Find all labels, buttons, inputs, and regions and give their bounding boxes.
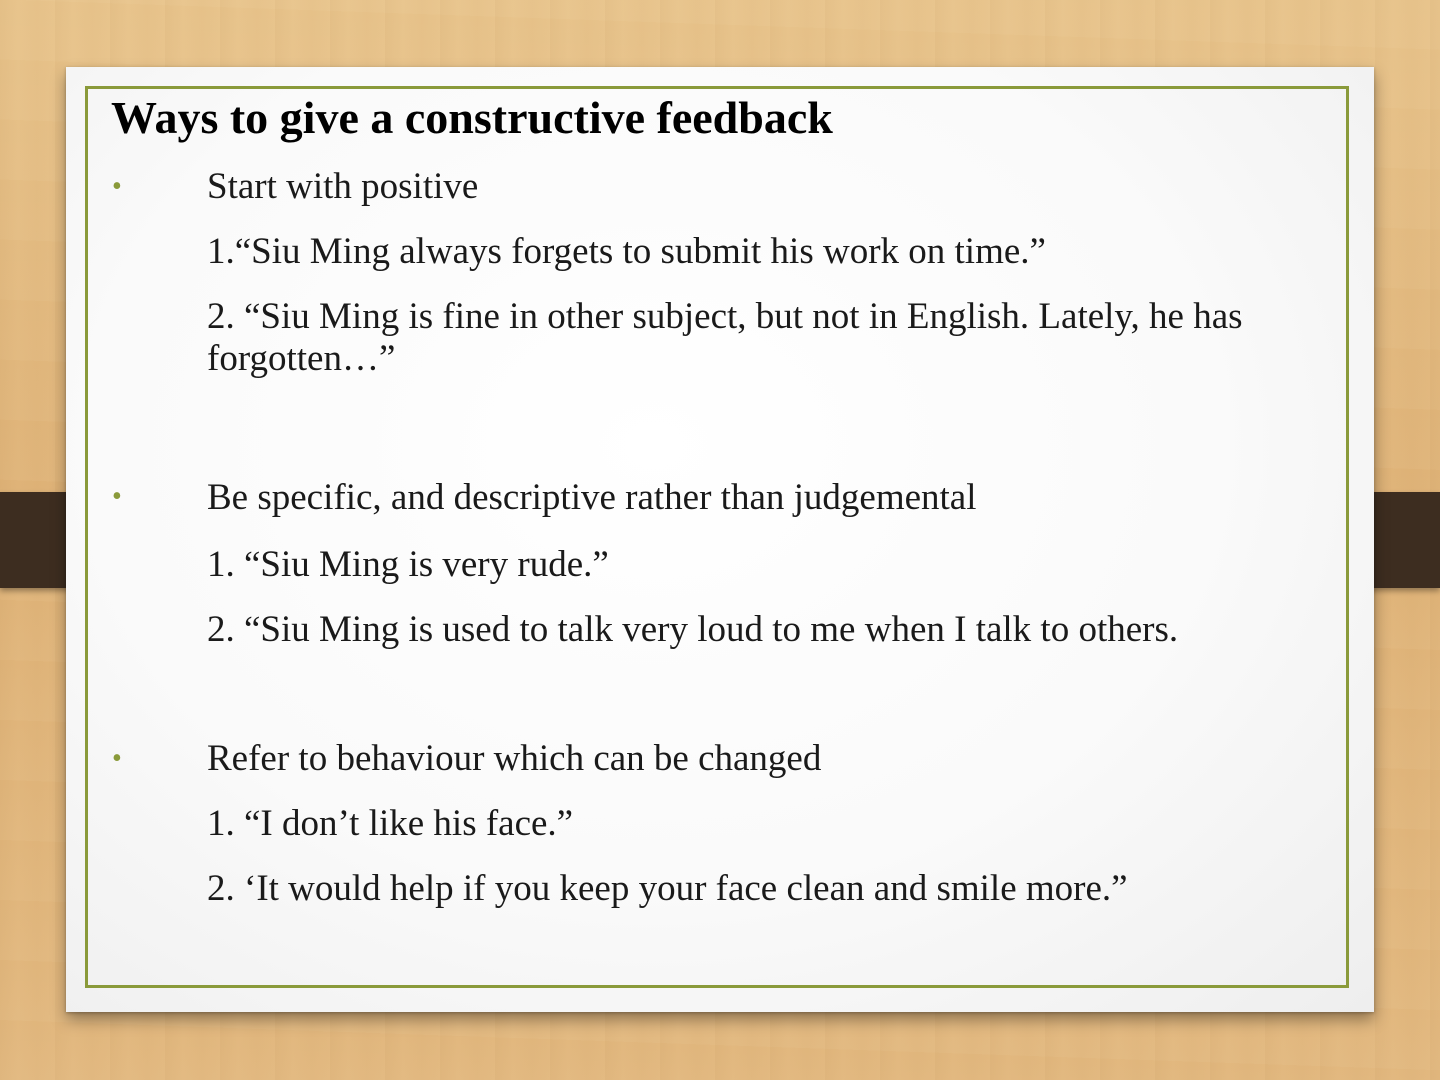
section-3-heading: Refer to behaviour which can be changed [207, 738, 822, 779]
section-2-example-2: 2. “Siu Ming is used to talk very loud t… [207, 609, 1179, 650]
section-1-example-1: 1.“Siu Ming always forgets to submit his… [207, 231, 1046, 272]
bullet-icon: • [112, 481, 122, 512]
section-2-example-1: 1. “Siu Ming is very rude.” [207, 544, 609, 585]
slide-title: Ways to give a constructive feedback [111, 92, 833, 143]
bullet-icon: • [112, 743, 122, 774]
slide-paper: Ways to give a constructive feedback • S… [66, 67, 1374, 1012]
bullet-icon: • [112, 171, 122, 202]
section-2-heading: Be specific, and descriptive rather than… [207, 477, 977, 518]
slide-frame [85, 86, 1349, 988]
section-1-example-2: 2. “Siu Ming is fine in other subject, b… [207, 296, 1243, 379]
section-3-example-1: 1. “I don’t like his face.” [207, 803, 574, 844]
section-1-heading: Start with positive [207, 166, 479, 207]
section-3-example-2: 2. ‘It would help if you keep your face … [207, 868, 1128, 909]
